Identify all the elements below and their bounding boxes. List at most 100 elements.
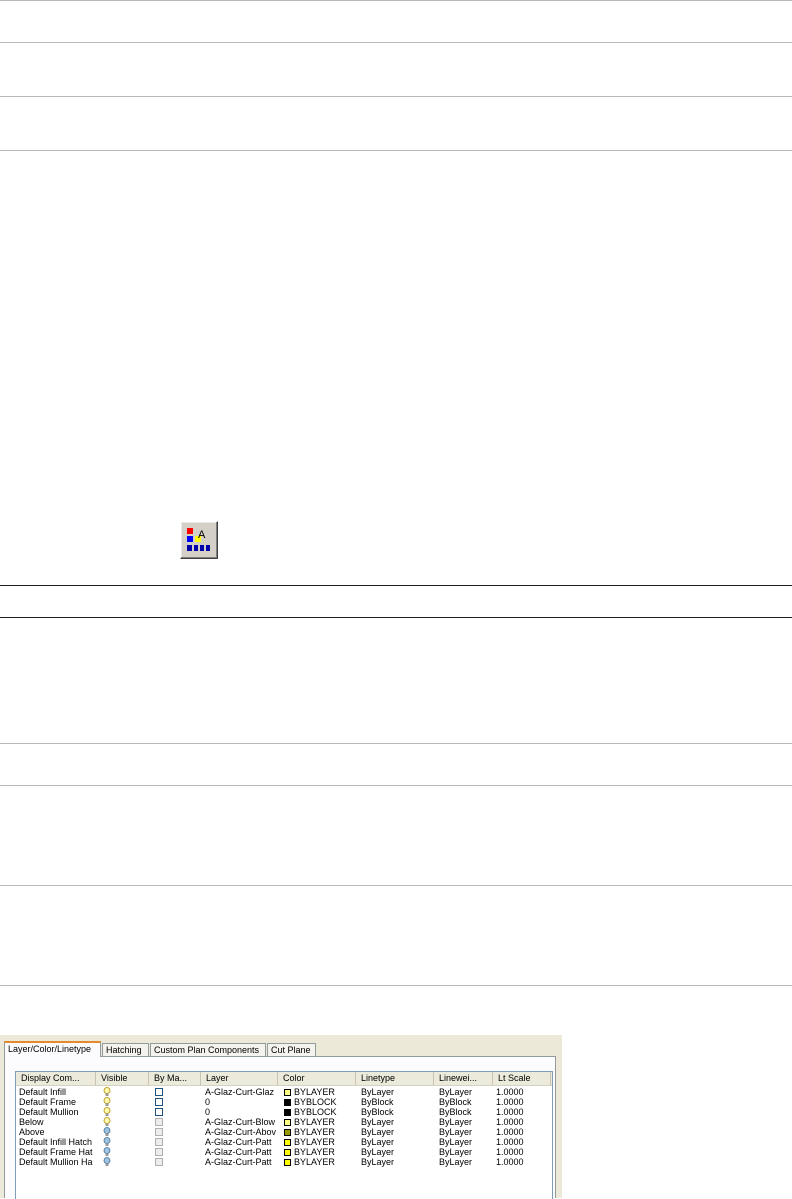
column-header-display-component[interactable]: Display Com... xyxy=(16,1072,96,1085)
table-row[interactable]: Default Infill Hatch A-Glaz-Curt-Patt BYLA… xyxy=(16,1137,552,1147)
column-header-linetype[interactable]: Linetype xyxy=(356,1072,434,1085)
layer-cell[interactable]: A-Glaz-Curt-Patt xyxy=(205,1157,277,1167)
by-material-checkbox[interactable] xyxy=(155,1128,163,1136)
lightbulb-off-icon[interactable] xyxy=(103,1127,111,1137)
column-header-visible[interactable]: Visible xyxy=(96,1072,149,1085)
linetype-cell[interactable]: ByLayer xyxy=(361,1147,433,1157)
layer-color-properties-icon[interactable]: A xyxy=(180,521,218,559)
by-material-checkbox[interactable] xyxy=(155,1138,163,1146)
color-swatch xyxy=(284,1089,291,1096)
layer-cell[interactable]: A-Glaz-Curt-Patt xyxy=(205,1147,277,1157)
linetype-cell[interactable]: ByBlock xyxy=(361,1097,433,1107)
tab-custom-plan-components[interactable]: Custom Plan Components xyxy=(150,1043,266,1056)
lightbulb-off-icon[interactable] xyxy=(103,1157,111,1167)
component-name: Default Infill Hatch xyxy=(19,1137,93,1147)
color-swatch xyxy=(284,1099,291,1106)
color-name: BYLAYER xyxy=(294,1087,335,1097)
tab-hatching[interactable]: Hatching xyxy=(102,1043,149,1056)
display-components-list[interactable]: Display Com... Visible By Ma... Layer Co… xyxy=(15,1071,553,1199)
layer-cell[interactable]: 0 xyxy=(205,1097,277,1107)
linetype-cell[interactable]: ByLayer xyxy=(361,1127,433,1137)
table-row[interactable]: Default Frame Hat A-Glaz-Curt-Patt BYLAYER… xyxy=(16,1147,552,1157)
lineweight-cell[interactable]: ByLayer xyxy=(439,1157,491,1167)
component-name: Above xyxy=(19,1127,45,1137)
lineweight-cell[interactable]: ByBlock xyxy=(439,1107,491,1117)
separator-line xyxy=(0,617,792,618)
by-material-checkbox[interactable] xyxy=(155,1118,163,1126)
lightbulb-on-icon[interactable] xyxy=(103,1087,111,1097)
lineweight-cell[interactable]: ByLayer xyxy=(439,1117,491,1127)
color-cell[interactable]: BYBLOCK xyxy=(284,1097,356,1107)
layer-cell[interactable]: A-Glaz-Curt-Blow xyxy=(205,1117,277,1127)
separator-line xyxy=(0,150,792,151)
table-row[interactable]: Default Infill A-Glaz-Curt-Glaz BYLAYER ByL… xyxy=(16,1087,552,1097)
lightbulb-off-icon[interactable] xyxy=(103,1137,111,1147)
lightbulb-on-icon[interactable] xyxy=(103,1117,111,1127)
lineweight-cell[interactable]: ByLayer xyxy=(439,1147,491,1157)
lt-scale-cell[interactable]: 1.0000 xyxy=(496,1097,548,1107)
separator-line xyxy=(0,785,792,786)
layer-cell[interactable]: A-Glaz-Curt-Glaz xyxy=(205,1087,277,1097)
lt-scale-cell[interactable]: 1.0000 xyxy=(496,1147,548,1157)
by-material-checkbox[interactable] xyxy=(155,1148,163,1156)
column-header-layer[interactable]: Layer xyxy=(201,1072,278,1085)
color-cell[interactable]: BYLAYER xyxy=(284,1147,356,1157)
color-swatch xyxy=(284,1109,291,1116)
lineweight-cell[interactable]: ByLayer xyxy=(439,1087,491,1097)
layer-cell[interactable]: A-Glaz-Curt-Patt xyxy=(205,1137,277,1147)
by-material-checkbox[interactable] xyxy=(155,1158,163,1166)
lineweight-cell[interactable]: ByBlock xyxy=(439,1097,491,1107)
color-name: BYLAYER xyxy=(294,1157,335,1167)
column-header-lt-scale[interactable]: Lt Scale xyxy=(493,1072,551,1085)
lt-scale-cell[interactable]: 1.0000 xyxy=(496,1087,548,1097)
table-row[interactable]: Default Frame 0 BYBLOCK ByBlock ByBlock 1.000… xyxy=(16,1097,552,1107)
component-name: Default Frame Hat xyxy=(19,1147,93,1157)
color-name: BYLAYER xyxy=(294,1147,335,1157)
column-header-color[interactable]: Color xyxy=(278,1072,356,1085)
color-cell[interactable]: BYBLOCK xyxy=(284,1107,356,1117)
lt-scale-cell[interactable]: 1.0000 xyxy=(496,1127,548,1137)
table-row[interactable]: Above A-Glaz-Curt-Abov BYLAYER ByLayer ByLay… xyxy=(16,1127,552,1137)
table-row[interactable]: Default Mullion Ha A-Glaz-Curt-Patt BYLAYE… xyxy=(16,1157,552,1167)
column-header-by-material[interactable]: By Ma... xyxy=(149,1072,201,1085)
linetype-cell[interactable]: ByLayer xyxy=(361,1087,433,1097)
by-material-checkbox[interactable] xyxy=(155,1108,163,1116)
by-material-checkbox[interactable] xyxy=(155,1098,163,1106)
component-name: Default Mullion Ha xyxy=(19,1157,93,1167)
linetype-cell[interactable]: ByLayer xyxy=(361,1157,433,1167)
layer-cell[interactable]: 0 xyxy=(205,1107,277,1117)
separator-line xyxy=(0,885,792,886)
lineweight-cell[interactable]: ByLayer xyxy=(439,1127,491,1137)
svg-text:A: A xyxy=(198,529,206,541)
linetype-cell[interactable]: ByLayer xyxy=(361,1117,433,1127)
lightbulb-off-icon[interactable] xyxy=(103,1147,111,1157)
color-cell[interactable]: BYLAYER xyxy=(284,1117,356,1127)
lt-scale-cell[interactable]: 1.0000 xyxy=(496,1137,548,1147)
color-cell[interactable]: BYLAYER xyxy=(284,1157,356,1167)
color-name: BYLAYER xyxy=(294,1117,335,1127)
layer-cell[interactable]: A-Glaz-Curt-Abov xyxy=(205,1127,277,1137)
color-cell[interactable]: BYLAYER xyxy=(284,1087,356,1097)
lineweight-cell[interactable]: ByLayer xyxy=(439,1137,491,1147)
lightbulb-on-icon[interactable] xyxy=(103,1107,111,1117)
table-row[interactable]: Default Mullion 0 BYBLOCK ByBlock ByBlock 1.0… xyxy=(16,1107,552,1117)
linetype-cell[interactable]: ByLayer xyxy=(361,1137,433,1147)
color-swatch xyxy=(284,1129,291,1136)
tab-panel: Display Com... Visible By Ma... Layer Co… xyxy=(4,1056,556,1199)
color-name: BYLAYER xyxy=(294,1127,335,1137)
column-header-lineweight[interactable]: Linewei... xyxy=(434,1072,493,1085)
color-swatch xyxy=(284,1159,291,1166)
by-material-checkbox[interactable] xyxy=(155,1088,163,1096)
color-cell[interactable]: BYLAYER xyxy=(284,1137,356,1147)
tab-cut-plane[interactable]: Cut Plane xyxy=(267,1043,316,1056)
table-row[interactable]: Below A-Glaz-Curt-Blow BYLAYER ByLayer ByLay… xyxy=(16,1117,552,1127)
lightbulb-on-icon[interactable] xyxy=(103,1097,111,1107)
separator-line xyxy=(0,985,792,986)
linetype-cell[interactable]: ByBlock xyxy=(361,1107,433,1117)
color-cell[interactable]: BYLAYER xyxy=(284,1127,356,1137)
lt-scale-cell[interactable]: 1.0000 xyxy=(496,1117,548,1127)
tab-layer-color-linetype[interactable]: Layer/Color/Linetype xyxy=(4,1041,101,1057)
lt-scale-cell[interactable]: 1.0000 xyxy=(496,1107,548,1117)
component-name: Default Frame xyxy=(19,1097,77,1107)
lt-scale-cell[interactable]: 1.0000 xyxy=(496,1157,548,1167)
